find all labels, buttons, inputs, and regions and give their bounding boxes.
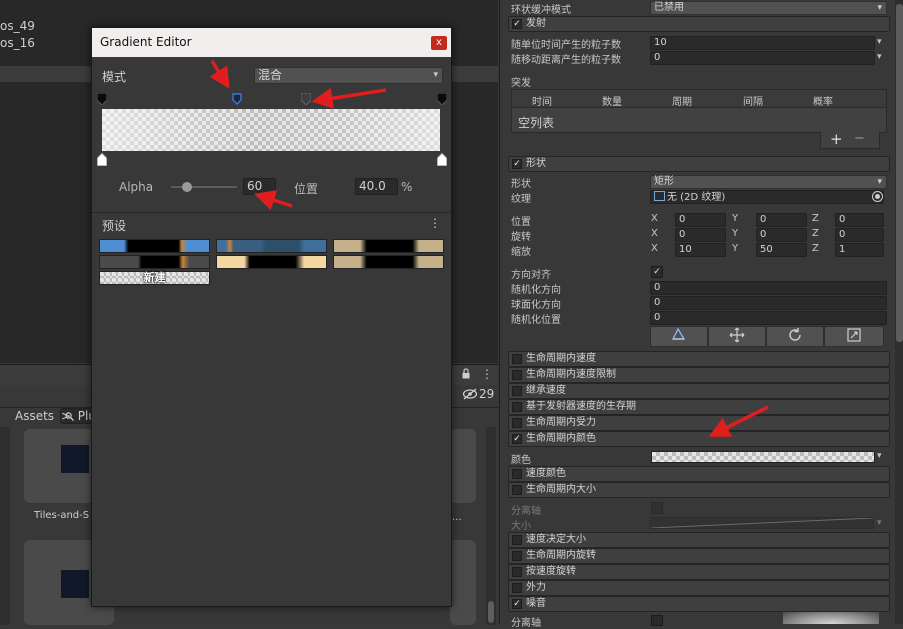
annotation-arrow xyxy=(311,88,387,109)
annotation-arrow xyxy=(254,190,293,211)
annotation-arrow xyxy=(209,60,230,89)
annotation-layer xyxy=(209,60,769,437)
annotation-arrow xyxy=(708,405,769,437)
